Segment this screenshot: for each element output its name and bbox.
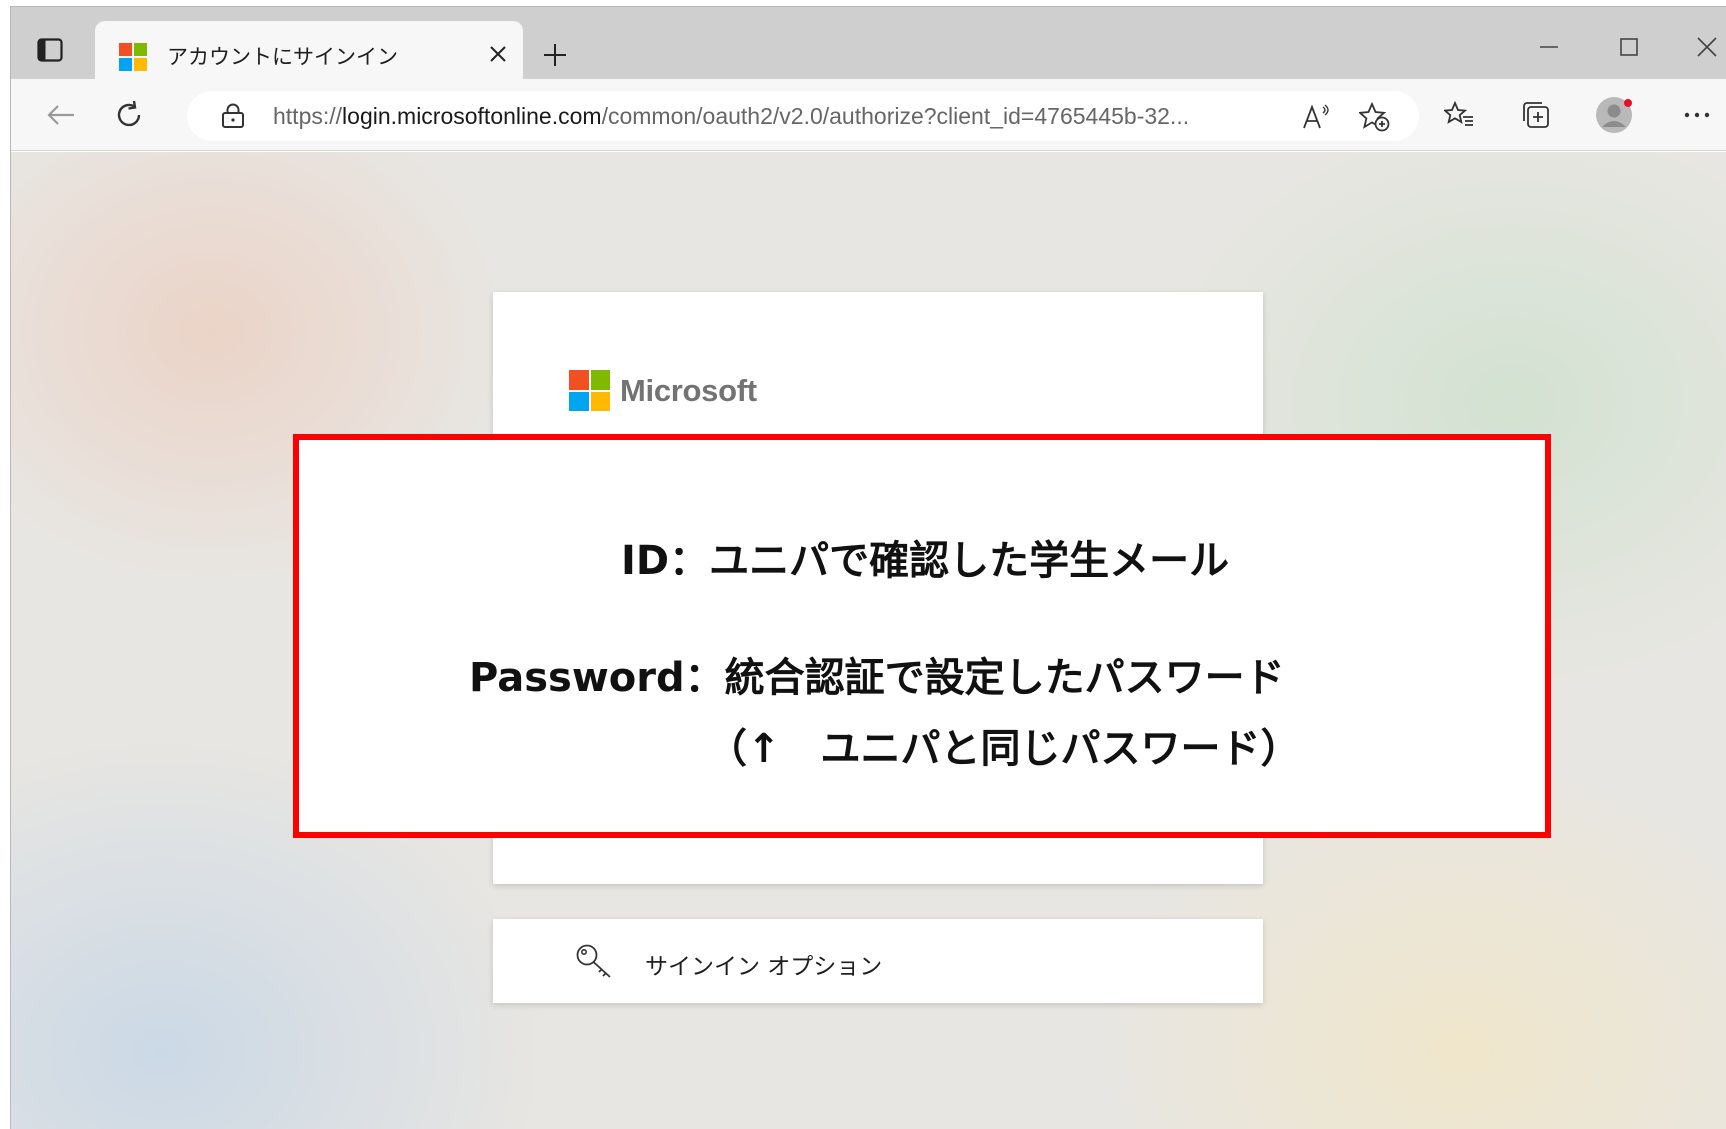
close-window-icon[interactable] bbox=[1687, 27, 1726, 67]
url-path: /common/oauth2/v2.0/authorize?client_id=… bbox=[601, 103, 1190, 129]
url-scheme: https:// bbox=[273, 103, 343, 129]
microsoft-logo-text: Microsoft bbox=[620, 372, 757, 408]
favorites-icon[interactable] bbox=[1437, 93, 1481, 137]
lock-icon[interactable] bbox=[221, 103, 245, 129]
signin-options-button[interactable]: サインイン オプション bbox=[493, 919, 1263, 1003]
url-text: https://login.microsoftonline.com/common… bbox=[273, 103, 1189, 130]
new-tab-button[interactable] bbox=[535, 35, 575, 75]
key-icon bbox=[575, 943, 615, 981]
instruction-callout: ID：ユニパで確認した学生メール Password：統合認証で設定したパスワード… bbox=[293, 434, 1551, 838]
url-host: login.microsoftonline.com bbox=[342, 103, 602, 129]
tab-actions-icon[interactable] bbox=[35, 35, 65, 65]
address-bar[interactable]: https://login.microsoftonline.com/common… bbox=[187, 91, 1419, 141]
more-options-icon[interactable] bbox=[1675, 93, 1719, 137]
collections-icon[interactable] bbox=[1515, 93, 1559, 137]
microsoft-logo-icon bbox=[569, 370, 610, 411]
microsoft-logo: Microsoft bbox=[569, 370, 757, 411]
profile-avatar-icon[interactable] bbox=[1593, 93, 1637, 137]
browser-toolbar: https://login.microsoftonline.com/common… bbox=[11, 79, 1726, 151]
id-instruction: ID：ユニパで確認した学生メール bbox=[621, 538, 1230, 584]
tab-strip: アカウントにサインイン bbox=[11, 7, 1726, 81]
password-note: （↑ ユニパと同じパスワード） bbox=[707, 726, 1301, 772]
minimize-icon[interactable] bbox=[1529, 27, 1569, 67]
browser-tab-active[interactable]: アカウントにサインイン bbox=[95, 21, 523, 81]
refresh-icon[interactable] bbox=[107, 93, 151, 137]
password-instruction: Password：統合認証で設定したパスワード bbox=[469, 655, 1285, 701]
signin-options-label: サインイン オプション bbox=[645, 954, 883, 980]
add-favorite-icon[interactable] bbox=[1355, 97, 1395, 137]
microsoft-favicon-icon bbox=[119, 43, 147, 71]
tab-title: アカウントにサインイン bbox=[167, 45, 398, 69]
back-arrow-icon[interactable] bbox=[39, 93, 83, 137]
close-tab-icon[interactable] bbox=[483, 39, 513, 69]
maximize-icon[interactable] bbox=[1609, 27, 1649, 67]
read-aloud-icon[interactable] bbox=[1297, 97, 1337, 137]
